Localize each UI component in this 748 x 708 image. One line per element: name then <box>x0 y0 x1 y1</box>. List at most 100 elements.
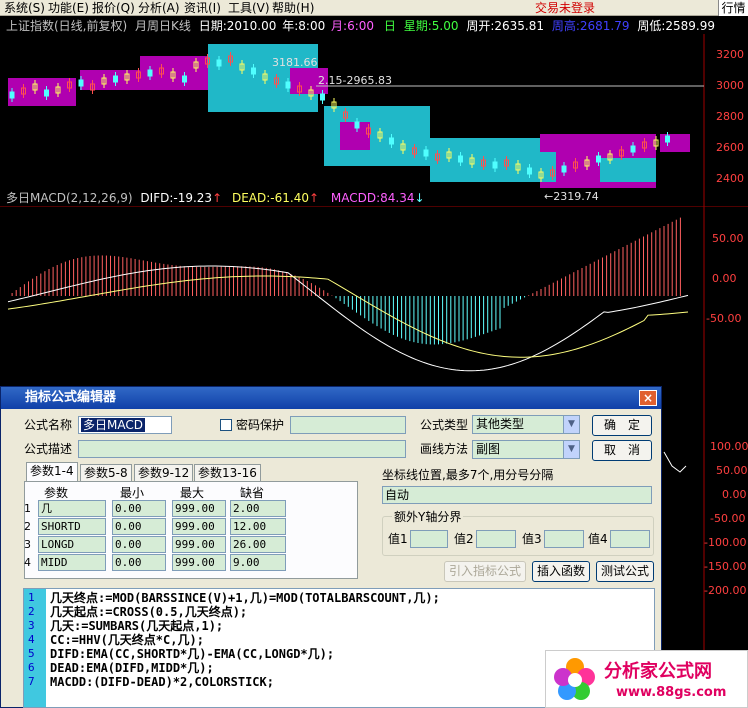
code-line: 几天终点:=MOD(BARSSINCE(V)+1,几)=MOD(TOTALBAR… <box>50 591 440 605</box>
code-line: CC:=HHV(几天终点*C,几); <box>50 633 204 647</box>
val4-input[interactable] <box>610 530 650 548</box>
tab-params-1-4[interactable]: 参数1-4 <box>26 462 78 482</box>
param-min-input[interactable]: 0.00 <box>112 500 166 517</box>
third-axis-label: -100.00 <box>704 536 746 549</box>
code-line: MACDD:(DIFD-DEAD)*2,COLORSTICK; <box>50 675 274 689</box>
cancel-button[interactable]: 取 消 <box>592 440 652 461</box>
formula-name-label: 公式名称 <box>24 418 73 432</box>
macdd-value: MACDD:84.34 <box>330 191 415 205</box>
candle-body <box>113 75 118 83</box>
macd-bars <box>11 217 681 345</box>
param-default-input[interactable]: 9.00 <box>230 554 286 571</box>
tab-params-13-16[interactable]: 参数13-16 <box>194 464 261 482</box>
line-number: 6 <box>28 661 35 674</box>
val3-label: 值3 <box>522 532 542 546</box>
quote-tab[interactable]: 行情 <box>718 0 748 16</box>
param-max-input[interactable]: 999.00 <box>172 536 226 553</box>
dialog-title[interactable]: 指标公式编辑器 <box>1 387 661 409</box>
param-default-input[interactable]: 26.00 <box>230 536 286 553</box>
menu-info[interactable]: 资讯(I) <box>184 0 221 16</box>
val1-label: 值1 <box>388 532 408 546</box>
password-label: 密码保护 <box>236 418 285 432</box>
axis-pos-input[interactable]: 自动 <box>382 486 652 504</box>
param-name-input[interactable]: MIDD <box>38 554 106 571</box>
param-max-input[interactable]: 999.00 <box>172 554 226 571</box>
candle-body <box>78 79 84 87</box>
formula-type-select[interactable]: 其他类型 ▼ <box>472 415 580 434</box>
candle-body <box>389 137 394 145</box>
param-min-input[interactable]: 0.00 <box>112 518 166 535</box>
menu-analysis[interactable]: 分析(A) <box>138 0 180 16</box>
param-max-input[interactable]: 999.00 <box>172 500 226 517</box>
formula-type-value: 其他类型 <box>476 417 525 431</box>
range-annotation: 2.15-2965.83 <box>318 74 392 87</box>
third-line <box>663 451 687 473</box>
open-label: 周开:2635.81 <box>466 19 544 33</box>
menu-tools[interactable]: 工具(V) <box>228 0 270 16</box>
up-arrow-icon: ↑ <box>212 191 223 205</box>
high-label: 周高:2681.79 <box>551 19 630 33</box>
third-axis-label: 0.00 <box>722 488 747 501</box>
password-input[interactable] <box>290 416 406 434</box>
insert-function-button[interactable]: 插入函数 <box>532 561 590 582</box>
menu-system[interactable]: 系统(S) <box>4 0 45 16</box>
menu-quote[interactable]: 报价(Q) <box>92 0 135 16</box>
line-number: 2 <box>28 605 35 618</box>
candle-body <box>630 145 636 153</box>
formula-type-label: 公式类型 <box>420 418 469 432</box>
chevron-down-icon: ▼ <box>563 441 579 458</box>
third-axis-label: -200.00 <box>704 584 746 597</box>
menu-function[interactable]: 功能(E) <box>48 0 89 16</box>
formula-name-input[interactable]: 多日MACD <box>78 416 172 434</box>
val3-input[interactable] <box>544 530 584 548</box>
val1-input[interactable] <box>410 530 448 548</box>
kline-axis-label: 2800 <box>716 110 744 123</box>
peak-annotation: 3181.66 <box>272 56 318 69</box>
day-label: 日 <box>383 19 396 33</box>
tab-params-9-12[interactable]: 参数9-12 <box>134 464 194 482</box>
line-number: 3 <box>28 619 35 632</box>
candle-body <box>665 135 670 143</box>
draw-method-select[interactable]: 副图 ▼ <box>472 440 580 459</box>
param-default-input[interactable]: 2.00 <box>230 500 286 517</box>
macd-axis-label: 50.00 <box>712 232 744 245</box>
code-line: 几天起点:=CROSS(0.5,几天终点); <box>50 605 248 619</box>
test-formula-button[interactable]: 测试公式 <box>596 561 654 582</box>
third-axis-label: -50.00 <box>710 512 745 525</box>
param-row-index: 2 <box>24 520 31 533</box>
menubar: 系统(S) 功能(E) 报价(Q) 分析(A) 资讯(I) 工具(V) 帮助(H… <box>0 0 748 16</box>
draw-method-value: 副图 <box>476 442 501 456</box>
confirm-button[interactable]: 确 定 <box>592 415 652 436</box>
site-logo: 分析家公式网 www.88gs.com <box>545 650 748 708</box>
macd-chart: 50.00 0.00 -50.00 <box>0 206 748 402</box>
param-name-input[interactable]: SHORTD <box>38 518 106 535</box>
year-label: 年:8:00 <box>282 19 326 33</box>
param-row-index: 4 <box>24 556 31 569</box>
param-min-input[interactable]: 0.00 <box>112 554 166 571</box>
up-arrow-icon: ↑ <box>308 191 320 205</box>
val2-input[interactable] <box>476 530 516 548</box>
val4-label: 值4 <box>588 532 608 546</box>
menu-help[interactable]: 帮助(H) <box>272 0 314 16</box>
kline-axis-label: 2400 <box>716 172 744 185</box>
param-min-input[interactable]: 0.00 <box>112 536 166 553</box>
param-name-input[interactable]: 几 <box>38 500 106 517</box>
param-max-input[interactable]: 999.00 <box>172 518 226 535</box>
close-icon[interactable]: × <box>639 390 657 406</box>
param-default-input[interactable]: 12.00 <box>230 518 286 535</box>
line-gutter: 1 2 3 4 5 6 7 <box>24 589 46 707</box>
login-status[interactable]: 交易未登录 <box>535 0 595 16</box>
tab-params-5-8[interactable]: 参数5-8 <box>80 464 132 482</box>
candle-body <box>492 161 498 169</box>
logo-text: 分析家公式网 <box>604 661 712 682</box>
import-formula-button[interactable]: 引入指标公式 <box>444 561 526 582</box>
code-line: DIFD:EMA(CC,SHORTD*几)-EMA(CC,LONGD*几); <box>50 647 335 661</box>
param-name-input[interactable]: LONGD <box>38 536 106 553</box>
desc-input[interactable] <box>78 440 406 458</box>
down-arrow-icon: ↓ <box>414 191 425 205</box>
password-checkbox[interactable] <box>220 419 232 431</box>
candle-body <box>44 89 49 97</box>
candle-body <box>596 155 601 163</box>
code-line: DEAD:EMA(DIFD,MIDD*几); <box>50 661 214 675</box>
param-row-index: 1 <box>24 502 31 515</box>
